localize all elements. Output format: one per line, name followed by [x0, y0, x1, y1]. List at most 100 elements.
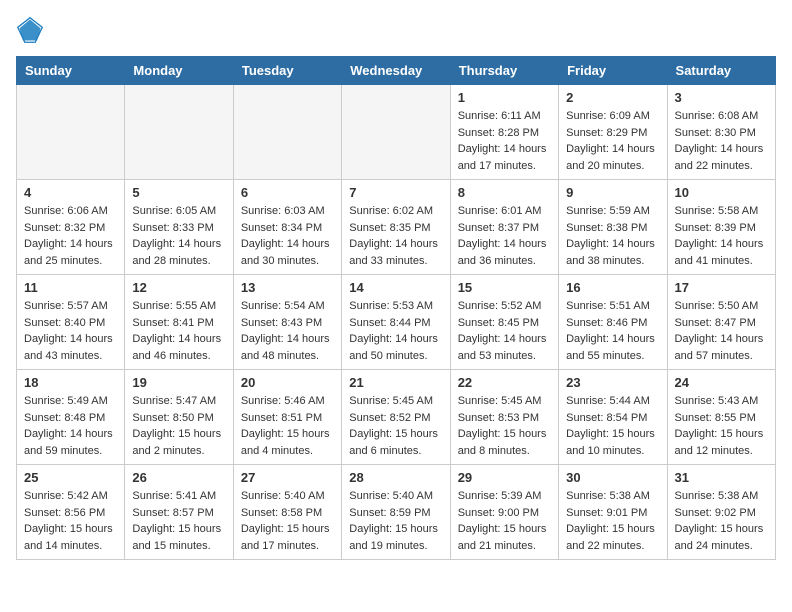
calendar-cell: [17, 85, 125, 180]
col-header-thursday: Thursday: [450, 57, 558, 85]
calendar-cell: 23 Sunrise: 5:44 AMSunset: 8:54 PMDayligh…: [559, 370, 667, 465]
calendar-cell: [342, 85, 450, 180]
calendar-header-row: SundayMondayTuesdayWednesdayThursdayFrid…: [17, 57, 776, 85]
day-number: 31: [675, 470, 768, 485]
day-number: 5: [132, 185, 225, 200]
day-info: Sunrise: 5:53 AMSunset: 8:44 PMDaylight:…: [349, 298, 442, 364]
day-number: 23: [566, 375, 659, 390]
calendar-cell: 13 Sunrise: 5:54 AMSunset: 8:43 PMDayligh…: [233, 275, 341, 370]
col-header-tuesday: Tuesday: [233, 57, 341, 85]
day-info: Sunrise: 5:45 AMSunset: 8:52 PMDaylight:…: [349, 393, 442, 459]
day-number: 18: [24, 375, 117, 390]
col-header-friday: Friday: [559, 57, 667, 85]
calendar-cell: 29 Sunrise: 5:39 AMSunset: 9:00 PMDayligh…: [450, 465, 558, 560]
day-info: Sunrise: 6:06 AMSunset: 8:32 PMDaylight:…: [24, 203, 117, 269]
calendar-cell: 4 Sunrise: 6:06 AMSunset: 8:32 PMDaylight…: [17, 180, 125, 275]
calendar-cell: 22 Sunrise: 5:45 AMSunset: 8:53 PMDayligh…: [450, 370, 558, 465]
day-info: Sunrise: 6:02 AMSunset: 8:35 PMDaylight:…: [349, 203, 442, 269]
day-info: Sunrise: 6:05 AMSunset: 8:33 PMDaylight:…: [132, 203, 225, 269]
day-info: Sunrise: 5:40 AMSunset: 8:59 PMDaylight:…: [349, 488, 442, 554]
day-number: 26: [132, 470, 225, 485]
col-header-saturday: Saturday: [667, 57, 775, 85]
day-info: Sunrise: 5:51 AMSunset: 8:46 PMDaylight:…: [566, 298, 659, 364]
day-number: 7: [349, 185, 442, 200]
day-info: Sunrise: 6:11 AMSunset: 8:28 PMDaylight:…: [458, 108, 551, 174]
day-number: 12: [132, 280, 225, 295]
calendar-week-5: 25 Sunrise: 5:42 AMSunset: 8:56 PMDayligh…: [17, 465, 776, 560]
day-info: Sunrise: 5:41 AMSunset: 8:57 PMDaylight:…: [132, 488, 225, 554]
calendar-cell: 18 Sunrise: 5:49 AMSunset: 8:48 PMDayligh…: [17, 370, 125, 465]
day-number: 3: [675, 90, 768, 105]
calendar-cell: 10 Sunrise: 5:58 AMSunset: 8:39 PMDayligh…: [667, 180, 775, 275]
calendar-cell: 11Sunrise: 5:57 AMSunset: 8:40 PMDayligh…: [17, 275, 125, 370]
calendar-cell: 2 Sunrise: 6:09 AMSunset: 8:29 PMDaylight…: [559, 85, 667, 180]
day-info: Sunrise: 5:47 AMSunset: 8:50 PMDaylight:…: [132, 393, 225, 459]
day-info: Sunrise: 5:59 AMSunset: 8:38 PMDaylight:…: [566, 203, 659, 269]
col-header-monday: Monday: [125, 57, 233, 85]
calendar-cell: 31 Sunrise: 5:38 AMSunset: 9:02 PMDayligh…: [667, 465, 775, 560]
calendar-week-1: 1 Sunrise: 6:11 AMSunset: 8:28 PMDaylight…: [17, 85, 776, 180]
calendar-cell: 27 Sunrise: 5:40 AMSunset: 8:58 PMDayligh…: [233, 465, 341, 560]
day-info: Sunrise: 5:40 AMSunset: 8:58 PMDaylight:…: [241, 488, 334, 554]
logo: [16, 16, 48, 44]
day-number: 1: [458, 90, 551, 105]
day-info: Sunrise: 6:08 AMSunset: 8:30 PMDaylight:…: [675, 108, 768, 174]
day-number: 28: [349, 470, 442, 485]
logo-icon: [16, 16, 44, 44]
day-number: 6: [241, 185, 334, 200]
day-number: 16: [566, 280, 659, 295]
calendar-cell: 16 Sunrise: 5:51 AMSunset: 8:46 PMDayligh…: [559, 275, 667, 370]
calendar-cell: 5 Sunrise: 6:05 AMSunset: 8:33 PMDaylight…: [125, 180, 233, 275]
calendar-cell: 3 Sunrise: 6:08 AMSunset: 8:30 PMDaylight…: [667, 85, 775, 180]
calendar-cell: 1 Sunrise: 6:11 AMSunset: 8:28 PMDaylight…: [450, 85, 558, 180]
day-number: 8: [458, 185, 551, 200]
day-number: 2: [566, 90, 659, 105]
day-number: 25: [24, 470, 117, 485]
calendar-cell: 17 Sunrise: 5:50 AMSunset: 8:47 PMDayligh…: [667, 275, 775, 370]
day-info: Sunrise: 6:03 AMSunset: 8:34 PMDaylight:…: [241, 203, 334, 269]
calendar-cell: 28 Sunrise: 5:40 AMSunset: 8:59 PMDayligh…: [342, 465, 450, 560]
day-info: Sunrise: 5:43 AMSunset: 8:55 PMDaylight:…: [675, 393, 768, 459]
day-info: Sunrise: 5:45 AMSunset: 8:53 PMDaylight:…: [458, 393, 551, 459]
day-number: 17: [675, 280, 768, 295]
calendar-cell: 15 Sunrise: 5:52 AMSunset: 8:45 PMDayligh…: [450, 275, 558, 370]
day-number: 10: [675, 185, 768, 200]
col-header-wednesday: Wednesday: [342, 57, 450, 85]
calendar-week-2: 4 Sunrise: 6:06 AMSunset: 8:32 PMDaylight…: [17, 180, 776, 275]
day-info: Sunrise: 5:49 AMSunset: 8:48 PMDaylight:…: [24, 393, 117, 459]
calendar-cell: 21 Sunrise: 5:45 AMSunset: 8:52 PMDayligh…: [342, 370, 450, 465]
day-info: Sunrise: 5:50 AMSunset: 8:47 PMDaylight:…: [675, 298, 768, 364]
day-info: Sunrise: 5:54 AMSunset: 8:43 PMDaylight:…: [241, 298, 334, 364]
day-info: Sunrise: 5:42 AMSunset: 8:56 PMDaylight:…: [24, 488, 117, 554]
day-number: 27: [241, 470, 334, 485]
calendar-week-3: 11Sunrise: 5:57 AMSunset: 8:40 PMDayligh…: [17, 275, 776, 370]
day-number: 4: [24, 185, 117, 200]
calendar-cell: [233, 85, 341, 180]
day-number: 24: [675, 375, 768, 390]
day-number: 22: [458, 375, 551, 390]
day-info: Sunrise: 6:09 AMSunset: 8:29 PMDaylight:…: [566, 108, 659, 174]
calendar-cell: 30Sunrise: 5:38 AMSunset: 9:01 PMDayligh…: [559, 465, 667, 560]
day-number: 15: [458, 280, 551, 295]
calendar-cell: 26 Sunrise: 5:41 AMSunset: 8:57 PMDayligh…: [125, 465, 233, 560]
calendar-cell: 20Sunrise: 5:46 AMSunset: 8:51 PMDayligh…: [233, 370, 341, 465]
day-info: Sunrise: 5:52 AMSunset: 8:45 PMDaylight:…: [458, 298, 551, 364]
calendar-cell: [125, 85, 233, 180]
day-number: 20: [241, 375, 334, 390]
day-number: 14: [349, 280, 442, 295]
day-info: Sunrise: 5:38 AMSunset: 9:02 PMDaylight:…: [675, 488, 768, 554]
day-number: 9: [566, 185, 659, 200]
calendar-week-4: 18 Sunrise: 5:49 AMSunset: 8:48 PMDayligh…: [17, 370, 776, 465]
day-number: 21: [349, 375, 442, 390]
day-number: 19: [132, 375, 225, 390]
day-info: Sunrise: 5:44 AMSunset: 8:54 PMDaylight:…: [566, 393, 659, 459]
day-number: 29: [458, 470, 551, 485]
calendar-cell: 6 Sunrise: 6:03 AMSunset: 8:34 PMDaylight…: [233, 180, 341, 275]
day-number: 13: [241, 280, 334, 295]
day-info: Sunrise: 5:39 AMSunset: 9:00 PMDaylight:…: [458, 488, 551, 554]
day-info: Sunrise: 5:57 AMSunset: 8:40 PMDaylight:…: [24, 298, 117, 364]
calendar-cell: 25 Sunrise: 5:42 AMSunset: 8:56 PMDayligh…: [17, 465, 125, 560]
day-number: 30: [566, 470, 659, 485]
day-info: Sunrise: 6:01 AMSunset: 8:37 PMDaylight:…: [458, 203, 551, 269]
day-info: Sunrise: 5:58 AMSunset: 8:39 PMDaylight:…: [675, 203, 768, 269]
